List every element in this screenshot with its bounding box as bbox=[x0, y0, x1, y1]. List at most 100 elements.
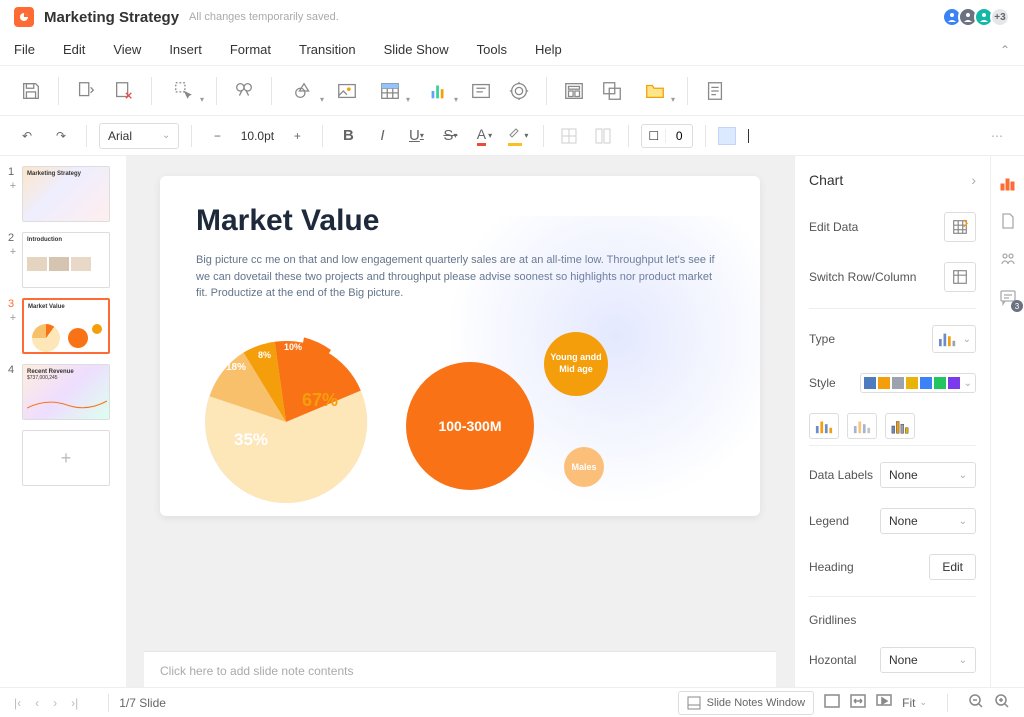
heading-edit-button[interactable]: Edit bbox=[929, 554, 976, 580]
bubble-small: Males bbox=[564, 447, 604, 487]
underline-icon[interactable]: U ▾ bbox=[403, 123, 429, 149]
select-tool-icon[interactable]: ▾ bbox=[162, 74, 206, 108]
menu-file[interactable]: File bbox=[14, 42, 35, 57]
more-formatting-icon[interactable]: ⋯ bbox=[984, 123, 1010, 149]
copy-format-icon[interactable] bbox=[69, 74, 103, 108]
bubble-chart[interactable]: 100-300M Young andd Mid age Males bbox=[396, 322, 676, 517]
split-cells-icon[interactable] bbox=[590, 123, 616, 149]
italic-icon[interactable]: I bbox=[369, 123, 395, 149]
menu-edit[interactable]: Edit bbox=[63, 42, 85, 57]
delete-slide-icon[interactable] bbox=[107, 74, 141, 108]
find-icon[interactable] bbox=[227, 74, 261, 108]
normal-view-icon[interactable] bbox=[824, 693, 840, 712]
last-slide-icon[interactable]: ›| bbox=[71, 696, 78, 710]
menu-slideshow[interactable]: Slide Show bbox=[384, 42, 449, 57]
next-slide-icon[interactable]: › bbox=[53, 696, 57, 710]
spacing-before-input[interactable]: ☐ bbox=[641, 124, 693, 148]
style-option-3[interactable] bbox=[885, 413, 915, 439]
pie-label-10: 10% bbox=[284, 342, 302, 352]
chart-tab-icon[interactable] bbox=[991, 166, 1024, 200]
menu-help[interactable]: Help bbox=[535, 42, 562, 57]
image-icon[interactable] bbox=[330, 74, 364, 108]
slide-thumbnail-2[interactable]: Introduction bbox=[22, 232, 110, 288]
presentation-icon[interactable] bbox=[876, 693, 892, 712]
slide-thumbnail-4[interactable]: Recent Revenue$737,000,245 bbox=[22, 364, 110, 420]
fill-color-swatch[interactable] bbox=[718, 127, 736, 145]
redo-icon[interactable]: ↷ bbox=[48, 123, 74, 149]
collaboration-tab-icon[interactable] bbox=[991, 242, 1024, 276]
folder-icon[interactable]: ▾ bbox=[633, 74, 677, 108]
slide-layout-icon[interactable] bbox=[557, 74, 591, 108]
horizontal-label: Hozontal bbox=[809, 653, 856, 667]
media-icon[interactable] bbox=[502, 74, 536, 108]
strikethrough-icon[interactable]: S ▾ bbox=[437, 123, 463, 149]
menu-view[interactable]: View bbox=[113, 42, 141, 57]
fontsize-value[interactable]: 10.0pt bbox=[236, 129, 278, 143]
thumb-number: 4 bbox=[8, 364, 18, 376]
save-icon[interactable] bbox=[14, 74, 48, 108]
textbox-icon[interactable] bbox=[464, 74, 498, 108]
increase-fontsize[interactable]: + bbox=[284, 123, 310, 149]
pie-label-18: 18% bbox=[226, 362, 246, 373]
heading-label: Heading bbox=[809, 560, 854, 574]
switch-row-col-button[interactable] bbox=[944, 262, 976, 292]
menu-transition[interactable]: Transition bbox=[299, 42, 356, 57]
shapes-icon[interactable]: ▾ bbox=[282, 74, 326, 108]
first-slide-icon[interactable]: |‹ bbox=[14, 696, 21, 710]
collapse-ribbon-icon[interactable]: ⌃ bbox=[1000, 43, 1010, 57]
decrease-fontsize[interactable]: − bbox=[204, 123, 230, 149]
table-icon[interactable]: ▾ bbox=[368, 74, 412, 108]
add-new-slide[interactable]: + bbox=[22, 430, 110, 486]
document-title: Marketing Strategy bbox=[44, 9, 179, 26]
menu-tools[interactable]: Tools bbox=[477, 42, 507, 57]
font-family-select[interactable]: Arial⌄ bbox=[99, 123, 179, 149]
edit-data-button[interactable] bbox=[944, 212, 976, 242]
slide-thumbnail-1[interactable]: Marketing Strategy bbox=[22, 166, 110, 222]
style-colors-select[interactable]: ⌄ bbox=[860, 373, 976, 393]
more-users[interactable]: +3 bbox=[990, 7, 1010, 27]
menu-insert[interactable]: Insert bbox=[169, 42, 202, 57]
slide-canvas[interactable]: Market Value Big picture cc me on that a… bbox=[160, 176, 760, 516]
file-tab-icon[interactable] bbox=[991, 204, 1024, 238]
bubble-large: 100-300M bbox=[406, 362, 534, 490]
legend-dropdown[interactable]: None⌄ bbox=[880, 508, 976, 534]
slide-notes-input[interactable]: Click here to add slide note contents bbox=[144, 651, 776, 687]
chart-type-select[interactable]: ⌄ bbox=[932, 325, 976, 353]
fit-width-icon[interactable] bbox=[850, 693, 866, 712]
chart-icon[interactable]: ▾ bbox=[416, 74, 460, 108]
undo-icon[interactable]: ↶ bbox=[14, 123, 40, 149]
horizontal-gridlines-dropdown[interactable]: None⌄ bbox=[880, 647, 976, 673]
panel-expand-icon[interactable]: › bbox=[971, 172, 976, 188]
add-slide-icon[interactable]: + bbox=[10, 246, 16, 258]
type-label: Type bbox=[809, 332, 835, 346]
edit-data-label: Edit Data bbox=[809, 220, 858, 234]
zoom-out-icon[interactable] bbox=[968, 693, 984, 712]
slide-counter: 1/7 Slide bbox=[119, 696, 166, 710]
gridlines-label: Gridlines bbox=[809, 613, 856, 627]
merge-cells-icon[interactable] bbox=[556, 123, 582, 149]
switch-row-col-label: Switch Row/Column bbox=[809, 270, 916, 284]
data-labels-dropdown[interactable]: None⌄ bbox=[880, 462, 976, 488]
bold-icon[interactable]: B bbox=[335, 123, 361, 149]
add-slide-icon[interactable]: + bbox=[10, 180, 16, 192]
menu-format[interactable]: Format bbox=[230, 42, 271, 57]
panel-title: Chart bbox=[809, 172, 843, 188]
style-option-2[interactable] bbox=[847, 413, 877, 439]
pie-label-35: 35% bbox=[234, 430, 268, 450]
add-slide-icon[interactable]: + bbox=[10, 312, 16, 324]
zoom-fit-select[interactable]: Fit⌄ bbox=[902, 696, 927, 710]
document-icon[interactable] bbox=[698, 74, 732, 108]
prev-slide-icon[interactable]: ‹ bbox=[35, 696, 39, 710]
save-status: All changes temporarily saved. bbox=[189, 11, 339, 23]
pie-chart[interactable]: 67% 35% 18% 8% 10% bbox=[196, 332, 376, 512]
font-color-icon[interactable]: A▾ bbox=[471, 123, 497, 149]
data-labels-label: Data Labels bbox=[809, 468, 873, 482]
slide-thumbnails: 1+ Marketing Strategy 2+ Introduction 3+… bbox=[0, 156, 126, 687]
style-option-1[interactable] bbox=[809, 413, 839, 439]
arrange-icon[interactable] bbox=[595, 74, 629, 108]
comments-tab-icon[interactable]: 3 bbox=[991, 280, 1024, 314]
slide-thumbnail-3[interactable]: Market Value bbox=[22, 298, 110, 354]
slide-notes-toggle[interactable]: Slide Notes Window bbox=[678, 691, 814, 715]
zoom-in-icon[interactable] bbox=[994, 693, 1010, 712]
highlight-icon[interactable]: ▾ bbox=[505, 123, 531, 149]
